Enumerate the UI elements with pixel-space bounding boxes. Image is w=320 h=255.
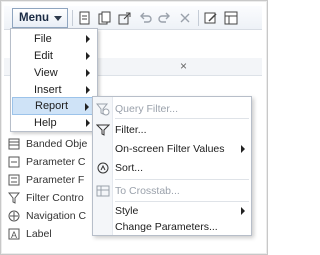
chevron-right-icon	[241, 145, 245, 153]
menu-item-label: Report	[35, 100, 69, 112]
chevron-right-icon	[86, 86, 90, 94]
chevron-right-icon	[86, 119, 90, 127]
menu-item-label: To Crosstab...	[115, 184, 180, 197]
chevron-right-icon	[241, 207, 245, 215]
filter-icon	[96, 123, 110, 137]
list-item-label: Banded Obje	[26, 138, 88, 150]
chevron-down-icon	[54, 15, 63, 21]
menu-item-change-parameters[interactable]: Change Parameters...	[93, 217, 251, 236]
crosstab-icon	[96, 184, 110, 198]
chevron-right-icon	[86, 52, 90, 60]
menu-item-label: Filter...	[115, 123, 147, 136]
export-icon[interactable]	[76, 9, 94, 27]
menu-item-view[interactable]: View	[12, 64, 96, 82]
menu-item-query-filter: Query Filter...	[93, 99, 251, 118]
menu-separator	[115, 118, 249, 119]
menu-item-label: Help	[34, 117, 57, 129]
list-item-label: Navigation C	[26, 210, 87, 222]
toolbar-divider	[72, 10, 73, 26]
list-item[interactable]: Navigation C	[8, 207, 86, 225]
edit-icon[interactable]	[202, 9, 220, 27]
list-item[interactable]: A Label	[8, 225, 52, 243]
query-filter-icon	[96, 102, 110, 116]
menu-item-to-crosstab: To Crosstab...	[93, 181, 251, 200]
svg-text:A: A	[11, 230, 17, 240]
list-item-label: Parameter C	[26, 156, 86, 168]
undo-icon[interactable]	[136, 9, 154, 27]
parameter-icon	[8, 156, 20, 168]
chevron-right-icon	[85, 103, 89, 111]
chevron-right-icon	[86, 69, 90, 77]
list-item[interactable]: Parameter C	[8, 153, 86, 171]
menu-item-label: View	[34, 67, 58, 79]
menu-item-help[interactable]: Help	[12, 114, 96, 132]
menu-item-report[interactable]: Report	[12, 97, 96, 115]
menu-item-label: File	[34, 33, 52, 45]
list-item-label: Parameter F	[26, 174, 85, 186]
list-item[interactable]: Parameter F	[8, 171, 84, 189]
menu-item-label: Change Parameters...	[115, 220, 218, 233]
parameter-form-icon	[8, 174, 20, 186]
redo-icon[interactable]	[156, 9, 174, 27]
sort-icon	[96, 161, 110, 175]
menu-item-sort[interactable]: Sort...	[93, 158, 251, 177]
list-item[interactable]: Filter Contro	[8, 189, 84, 207]
menu-item-file[interactable]: File	[12, 30, 96, 48]
share-icon[interactable]	[116, 9, 134, 27]
list-item-label: Filter Contro	[26, 192, 84, 204]
close-icon[interactable]	[176, 9, 194, 27]
duplicate-icon[interactable]	[96, 9, 114, 27]
menu-separator	[115, 179, 249, 180]
report-submenu: Query Filter... Filter... On-screen Filt…	[92, 96, 252, 236]
chevron-right-icon	[86, 35, 90, 43]
menu-item-filter[interactable]: Filter...	[93, 120, 251, 139]
panel-close-icon[interactable]: ×	[180, 59, 187, 73]
menu-item-label: Insert	[34, 84, 62, 96]
menu-item-label: Query Filter...	[115, 102, 179, 115]
list-item[interactable]: Banded Obje	[8, 135, 87, 153]
menu-item-label: On-screen Filter Values	[115, 142, 225, 155]
properties-icon[interactable]	[222, 9, 240, 27]
menu-item-on-screen-filter-values[interactable]: On-screen Filter Values	[93, 139, 251, 158]
menu-item-label: Edit	[34, 50, 53, 62]
filter-control-icon	[8, 192, 20, 204]
menu-button[interactable]: Menu	[12, 8, 68, 28]
menu-button-label: Menu	[19, 12, 50, 24]
toolbar: Menu	[4, 6, 262, 30]
label-icon: A	[8, 228, 20, 240]
banded-object-icon	[8, 138, 20, 150]
navigation-icon	[8, 210, 20, 222]
menu-item-label: Sort...	[115, 161, 144, 174]
main-menu: File Edit View Insert Report Help	[10, 28, 98, 132]
menu-item-label: Style	[115, 204, 139, 217]
list-item-label: Label	[26, 228, 52, 240]
menu-item-edit[interactable]: Edit	[12, 47, 96, 65]
toolbar-divider	[198, 10, 199, 26]
